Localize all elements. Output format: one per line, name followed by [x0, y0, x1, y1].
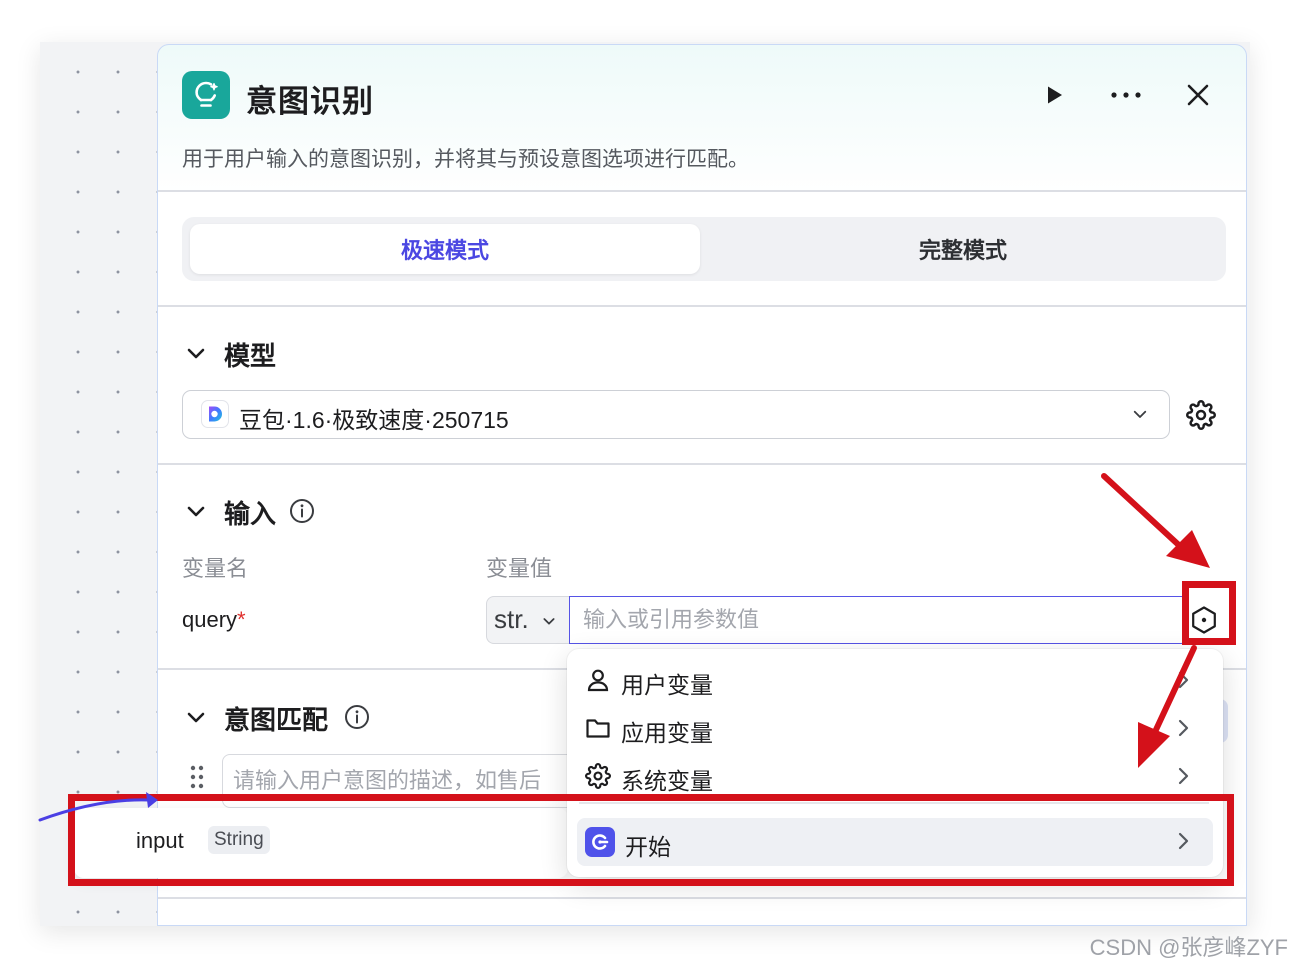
- model-name: 豆包·1.6·极致速度·250715: [239, 407, 509, 433]
- chevron-right-icon: [1178, 671, 1189, 689]
- menu-item-system-variables[interactable]: 系统变量: [577, 753, 1213, 799]
- more-button[interactable]: [1106, 75, 1146, 115]
- menu-item-user-variables[interactable]: 用户变量: [577, 657, 1213, 703]
- folder-icon: [586, 719, 610, 738]
- variable-name: query*: [182, 607, 246, 633]
- column-label-name: 变量名: [182, 556, 249, 581]
- menu-item-label: 开始: [625, 834, 671, 860]
- screenshot-stage: 意图识别 用于用户输入的意图识别，并将其与预设意图选项进行匹配。 极速模式 完整…: [0, 0, 1294, 966]
- node-description: 用于用户输入的意图识别，并将其与预设意图选项进行匹配。: [182, 148, 749, 171]
- close-icon: [1187, 84, 1209, 106]
- tab-full-mode[interactable]: 完整模式: [708, 224, 1218, 274]
- watermark: CSDN @张彦峰ZYF: [1089, 935, 1288, 960]
- lightbulb-sparkle-icon: [182, 71, 230, 119]
- menu-item-label: 系统变量: [621, 768, 713, 794]
- chevron-down-icon: [543, 618, 555, 625]
- type-select[interactable]: str.: [486, 596, 570, 644]
- divider: [158, 463, 1246, 465]
- gear-icon: [585, 763, 611, 789]
- output-variable-type-badge: String: [208, 826, 270, 854]
- chevron-right-icon: [1178, 832, 1189, 850]
- type-label: str.: [494, 604, 529, 634]
- chevron-right-icon: [1178, 767, 1189, 785]
- start-node-icon: [585, 827, 615, 857]
- column-label-value: 变量值: [486, 556, 553, 581]
- menu-item-label: 应用变量: [621, 720, 713, 746]
- input-section-title: 输入: [224, 499, 277, 529]
- mode-tabs: 极速模式 完整模式: [182, 217, 1226, 281]
- model-select[interactable]: 豆包·1.6·极致速度·250715: [182, 390, 1170, 439]
- model-section-title: 模型: [224, 341, 277, 371]
- divider: [158, 305, 1246, 307]
- collapse-chevron-icon[interactable]: [184, 341, 208, 365]
- reference-variable-icon[interactable]: [1188, 604, 1220, 636]
- doubao-logo-icon: [201, 400, 229, 428]
- close-button[interactable]: [1178, 75, 1218, 115]
- tab-fast-mode[interactable]: 极速模式: [190, 224, 700, 274]
- menu-item-start-node[interactable]: 开始: [577, 818, 1213, 866]
- divider: [158, 190, 1246, 192]
- info-icon[interactable]: [289, 498, 315, 524]
- intent-description-input[interactable]: [222, 754, 582, 808]
- variable-reference-menu: 用户变量 应用变量 系统变量 开始: [567, 649, 1223, 877]
- divider: [158, 897, 1246, 899]
- user-icon: [587, 669, 609, 692]
- chevron-right-icon: [1178, 719, 1189, 737]
- menu-item-label: 用户变量: [621, 672, 713, 698]
- more-dots-icon: [1111, 92, 1141, 98]
- model-settings-gear-icon[interactable]: [1186, 400, 1216, 430]
- output-variable-name: input: [136, 828, 184, 853]
- info-icon[interactable]: [344, 704, 370, 730]
- chevron-down-icon: [1133, 410, 1147, 418]
- menu-divider: [579, 802, 1209, 804]
- required-mark: *: [237, 607, 246, 632]
- run-button[interactable]: [1034, 75, 1074, 115]
- drag-handle-icon[interactable]: [188, 763, 206, 791]
- variable-value-input[interactable]: [569, 596, 1189, 644]
- node-title: 意图识别: [246, 84, 374, 119]
- start-output-card[interactable]: input String: [74, 808, 568, 878]
- play-icon: [1048, 86, 1062, 104]
- collapse-chevron-icon[interactable]: [184, 499, 208, 523]
- intent-section-title: 意图匹配: [224, 705, 329, 735]
- variable-name-text: query: [182, 607, 238, 632]
- collapse-chevron-icon[interactable]: [184, 705, 208, 729]
- menu-item-app-variables[interactable]: 应用变量: [577, 705, 1213, 751]
